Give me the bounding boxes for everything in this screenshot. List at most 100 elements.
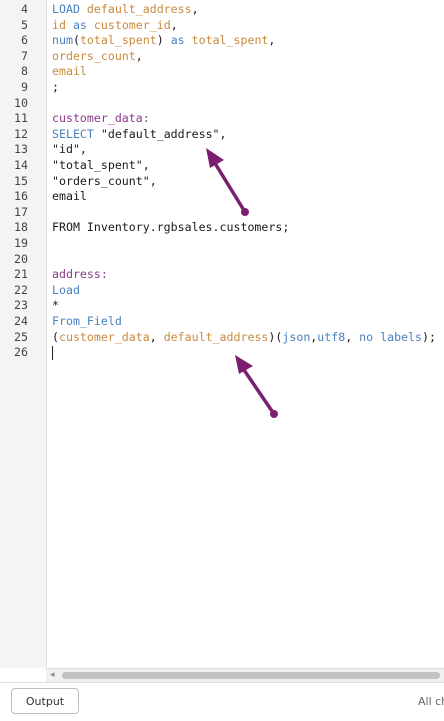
code-line[interactable]: 26: [0, 345, 444, 361]
code-token: ,: [170, 17, 178, 32]
code-line[interactable]: 10: [0, 96, 444, 112]
code-text: orders_count,: [52, 49, 143, 65]
line-number: 26: [14, 345, 28, 360]
code-line[interactable]: 8 email: [0, 64, 444, 80]
code-line[interactable]: 13 "id",: [0, 142, 444, 158]
code-token: ,: [149, 329, 164, 344]
code-text: email: [52, 64, 87, 80]
code-text: customer_data:: [52, 111, 150, 127]
code-line[interactable]: 4 LOAD default_address,: [0, 2, 444, 18]
code-token: customer_data:: [52, 111, 150, 126]
line-number: 11: [14, 111, 28, 126]
code-token: );: [422, 329, 436, 344]
code-token: json: [282, 329, 311, 344]
code-token: as: [170, 33, 185, 48]
code-token: total_spent: [79, 33, 157, 48]
code-token: (: [52, 329, 59, 344]
code-token: From_Field: [52, 314, 122, 328]
line-number: 17: [14, 204, 28, 219]
line-number: 16: [14, 189, 28, 204]
code-line[interactable]: 25 (customer_data, default_address)(json,…: [0, 330, 444, 346]
code-text: num(total_spent) as total_spent,: [52, 33, 275, 49]
scroll-left-icon[interactable]: ◂: [50, 670, 55, 680]
code-token: (: [72, 33, 80, 48]
line-number: 9: [21, 80, 28, 94]
code-text: FROM Inventory.rgbsales.customers;: [52, 220, 289, 236]
code-text: *: [52, 298, 59, 314]
code-line[interactable]: 20: [0, 252, 444, 268]
code-line[interactable]: 9;: [0, 80, 444, 96]
status-text: All ch: [418, 695, 444, 708]
code-token: Load: [52, 282, 80, 297]
code-text: address:: [52, 267, 108, 283]
code-token: "default_address",: [100, 126, 227, 141]
line-number: 10: [14, 95, 28, 110]
code-token: *: [52, 298, 59, 313]
code-token: default_address: [163, 329, 269, 344]
code-token: no labels: [359, 329, 422, 344]
code-token: "orders_count",: [52, 173, 157, 188]
code-token: "id",: [52, 142, 87, 157]
code-line[interactable]: 12 SELECT "default_address",: [0, 127, 444, 143]
code-line[interactable]: 6 num(total_spent) as total_spent,: [0, 33, 444, 49]
line-number: 23: [14, 298, 28, 313]
code-token: LOAD: [52, 2, 80, 16]
output-button[interactable]: Output: [11, 688, 79, 714]
code-line[interactable]: 16 email: [0, 189, 444, 205]
code-token: default_address: [86, 2, 192, 16]
code-text: "id",: [52, 142, 87, 158]
code-line[interactable]: 17: [0, 205, 444, 221]
line-number: 4: [21, 2, 28, 16]
code-line[interactable]: 7 orders_count,: [0, 49, 444, 65]
code-text: SELECT "default_address",: [52, 127, 227, 143]
code-text: id as customer_id,: [52, 18, 178, 34]
code-line[interactable]: 24 From_Field: [0, 314, 444, 330]
code-text: "total_spent",: [52, 158, 150, 174]
code-line[interactable]: 22 Load: [0, 283, 444, 299]
line-number: 22: [14, 282, 28, 297]
line-number: 15: [14, 173, 28, 188]
code-token: email: [52, 64, 87, 79]
horizontal-scrollbar[interactable]: ◂: [46, 668, 444, 682]
code-text: (customer_data, default_address)(json,ut…: [52, 330, 436, 346]
code-line[interactable]: 5 id as customer_id,: [0, 18, 444, 34]
code-token: ,: [345, 329, 360, 344]
arrow-annotation-bottom: [235, 355, 278, 418]
code-token: "total_spent",: [52, 158, 150, 172]
scrollbar-thumb[interactable]: [62, 672, 440, 679]
line-number: 24: [14, 314, 28, 328]
code-token: ,: [268, 33, 276, 48]
line-number: 6: [21, 33, 28, 48]
code-text: Load: [52, 283, 80, 299]
line-number: 8: [21, 64, 28, 79]
code-token: utf8: [317, 329, 346, 344]
code-token: ): [156, 33, 171, 48]
code-token: ,: [191, 2, 199, 16]
line-number: 5: [21, 17, 28, 32]
code-line[interactable]: 18 FROM Inventory.rgbsales.customers;: [0, 220, 444, 236]
code-token: id: [52, 17, 66, 32]
line-number: 14: [14, 158, 28, 172]
line-number: 18: [14, 220, 28, 235]
script-editor[interactable]: 4 LOAD default_address, 5 id as customer_id…: [0, 0, 444, 668]
code-line[interactable]: 19: [0, 236, 444, 252]
code-line[interactable]: 11 customer_data:: [0, 111, 444, 127]
line-number: 13: [14, 142, 28, 157]
arrow-tail-dot: [270, 410, 278, 418]
code-line[interactable]: 21 address:: [0, 267, 444, 283]
code-text: LOAD default_address,: [52, 2, 199, 18]
code-token: customer_data: [58, 329, 150, 344]
code-line[interactable]: 15 "orders_count",: [0, 174, 444, 190]
code-token: customer_id: [93, 17, 171, 32]
code-line[interactable]: 14 "total_spent",: [0, 158, 444, 174]
code-text: From_Field: [52, 314, 122, 330]
code-token: address:: [52, 267, 108, 282]
code-text: "orders_count",: [52, 174, 157, 190]
code-token: email: [52, 189, 87, 204]
code-token: as: [72, 17, 87, 32]
code-line[interactable]: 23 *: [0, 298, 444, 314]
line-number: 12: [14, 126, 28, 141]
